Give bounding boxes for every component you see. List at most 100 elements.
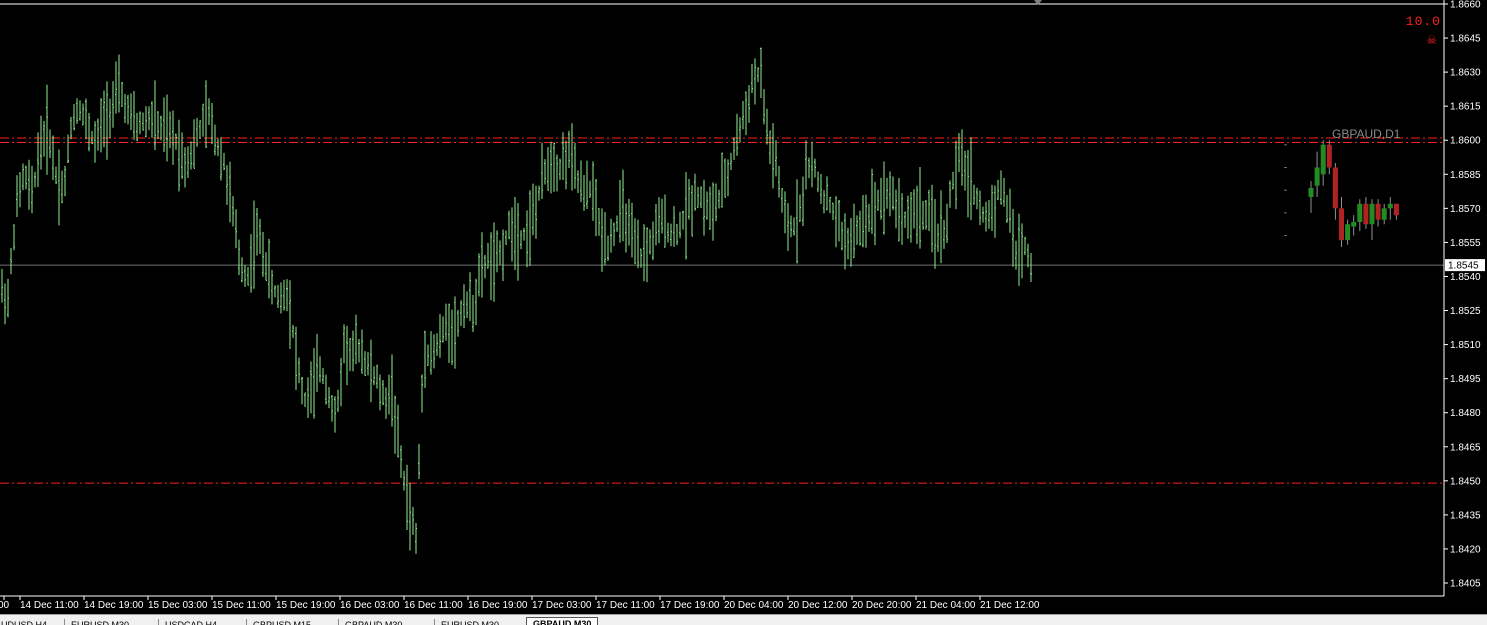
time-axis: 00 14 Dec 11:00 14 Dec 19:00 15 Dec 03:00 15… [0,596,1040,611]
price-bar [787,203,789,251]
price-bar [511,207,513,262]
price-bar [58,149,60,226]
price-bar [76,98,78,124]
price-bar [268,238,270,299]
price-bar [748,85,750,123]
tab-eurusd-m30[interactable]: EURUSD,M30 [64,619,135,625]
mini-candle [1387,197,1393,220]
price-bar [376,364,378,389]
price-bar [958,133,960,172]
price-bar [1012,208,1014,267]
price-bar [718,189,720,209]
price-bar [916,185,918,245]
price-bar [550,141,552,194]
tab-usdcad-h4[interactable]: USDCAD,H4 [158,619,223,625]
time-tick-label: 20 Dec 04:00 [724,600,784,611]
price-bar [715,183,717,222]
price-bar [1006,195,1008,223]
price-tick-label: 1.8600 [1450,136,1481,147]
price-bar [766,108,768,145]
price-bar [778,166,780,198]
price-bar [190,141,192,170]
price-bar [544,159,546,185]
price-bar [37,132,39,188]
price-tick-label: 1.8630 [1450,68,1481,79]
price-bar [301,376,303,405]
price-bar [580,160,582,203]
price-bar [652,221,654,260]
price-bar [910,192,912,243]
mini-candle-body [1387,203,1393,209]
price-bar [361,329,363,375]
price-bar [904,211,906,228]
price-bar [997,179,999,200]
chart-shift-marker-icon[interactable] [1034,0,1042,6]
price-bar [1024,236,1026,256]
price-bar [121,81,123,107]
price-bar [46,84,48,175]
price-bar [673,206,675,247]
price-bar [94,121,96,163]
price-bar [106,81,108,160]
tab-udusd-h4[interactable]: UDUSD,H4 [0,619,53,625]
tab-gbpusd-m15[interactable]: GBPUSD,M15 [246,619,317,625]
price-bar [721,152,723,208]
price-bar [625,203,627,253]
price-bar [133,91,135,140]
price-bar [553,142,555,192]
price-bar [367,351,369,376]
price-bar [964,150,966,191]
price-bar [178,119,180,192]
tab-eurusd-m30[interactable]: EURUSD,M30 [434,619,505,625]
price-bar [646,227,648,283]
price-bar [1000,170,1002,205]
price-bar [448,303,450,363]
price-bar [898,177,900,242]
price-bar [724,158,726,198]
price-bar [913,189,915,229]
price-bar [325,374,327,405]
price-bar [370,339,372,403]
price-tick-label: 1.8495 [1450,374,1481,385]
price-bar [151,101,153,138]
price-bar [313,348,315,419]
price-tick-label: 1.8510 [1450,340,1481,351]
price-chart[interactable]: 1.8660 1.8645 1.8630 1.8615 1.8600 1.8585 1.85… [0,0,1487,614]
tab-gbpaud-m30[interactable]: GBPAUD,M30 [338,619,408,625]
mini-candle [1332,162,1338,220]
price-bar [451,309,453,365]
price-bar [391,354,393,427]
price-bar [127,94,129,125]
mini-candle-body [1363,203,1369,225]
price-bar [73,104,75,131]
price-bar [184,147,186,188]
price-bar [571,123,573,191]
price-bar [541,142,543,200]
price-bar [889,171,891,217]
chart-window[interactable]: 1.8660 1.8645 1.8630 1.8615 1.8600 1.8585 1.85… [0,0,1487,614]
mini-candle [1314,151,1320,197]
price-bar [517,203,519,281]
price-bar [328,387,330,409]
price-bar [310,361,312,414]
price-bar [691,185,693,237]
price-bar [751,63,753,94]
price-bar [613,222,615,247]
price-bar [196,117,198,147]
price-bar [418,443,420,480]
time-tick-label: 16 Dec 19:00 [468,600,528,611]
price-bar [424,330,426,388]
price-bar [250,234,252,293]
price-bar [70,116,72,140]
price-bar [733,137,735,160]
price-bar [352,330,354,372]
price-bar [502,229,504,282]
price-bar [811,141,813,188]
price-bar [922,200,924,230]
price-bar [19,172,21,208]
price-bar [379,374,381,411]
price-bar [478,253,480,297]
mini-candle-body [1308,187,1314,197]
price-bar [847,227,849,260]
price-bar [853,203,855,259]
